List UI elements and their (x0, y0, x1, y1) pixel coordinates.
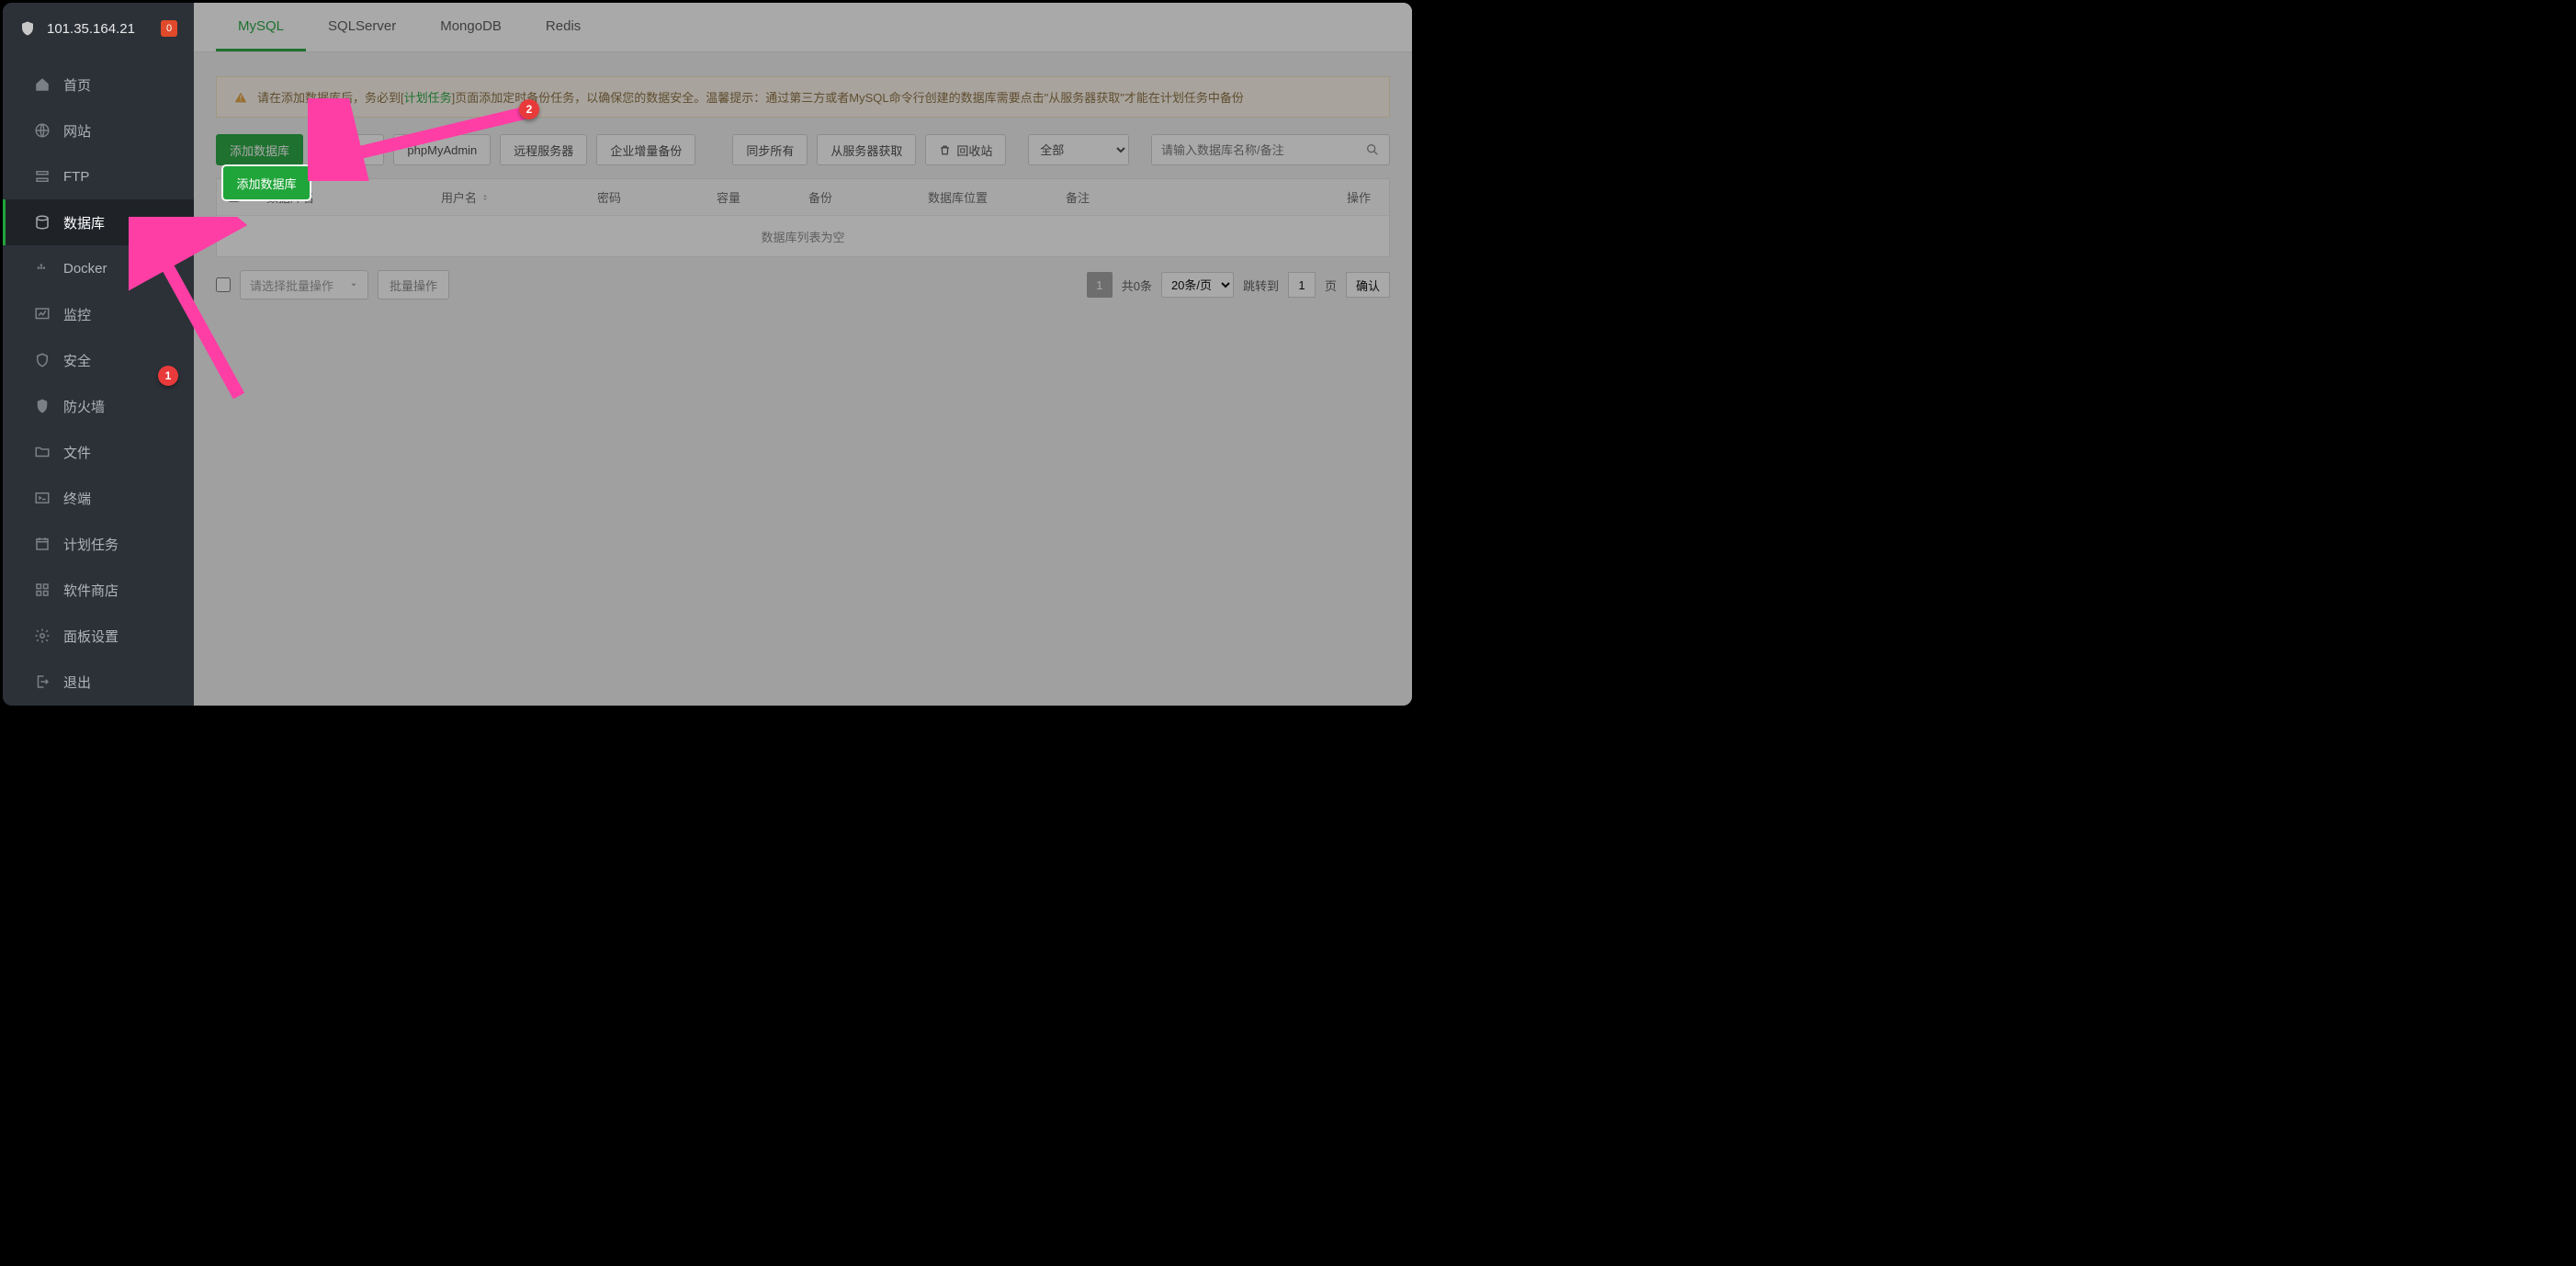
search-input[interactable] (1161, 143, 1365, 157)
pagination: 1 共0条 20条/页 跳转到 页 确认 (1087, 272, 1390, 298)
sidebar-item-label: 文件 (63, 443, 91, 462)
th-ops: 操作 (1323, 188, 1378, 206)
th-password: 密码 (590, 188, 709, 206)
sidebar-item-store[interactable]: 软件商店 (3, 567, 194, 613)
table-header: 数据库名 用户名 密码 容量 备份 数据库位置 备注 操作 (217, 179, 1389, 216)
tab-mongodb[interactable]: MongoDB (418, 4, 524, 51)
table-empty-message: 数据库列表为空 (217, 216, 1389, 256)
server-ip: 101.35.164.21 (47, 21, 135, 37)
filter-select[interactable]: 全部 (1028, 134, 1129, 165)
sidebar-item-terminal[interactable]: 终端 (3, 475, 194, 521)
monitor-icon (34, 306, 51, 322)
highlight-add-database[interactable]: 添加数据库 (223, 166, 310, 199)
firewall-icon (34, 398, 51, 414)
shield-logo-icon (19, 19, 36, 38)
callout-2: 2 (519, 99, 539, 119)
terminal-icon (34, 490, 51, 506)
sidebar-item-logout[interactable]: 退出 (3, 659, 194, 705)
sidebar-header: 101.35.164.21 0 (3, 3, 194, 54)
th-user[interactable]: 用户名 (434, 188, 590, 206)
sidebar-item-label: 首页 (63, 75, 91, 95)
th-note: 备注 (1058, 188, 1323, 206)
logout-icon (34, 673, 51, 690)
batch-action-button[interactable]: 批量操作 (378, 270, 449, 300)
total-count: 共0条 (1122, 277, 1152, 294)
database-icon (34, 214, 51, 231)
th-location: 数据库位置 (921, 188, 1058, 206)
sidebar-item-label: 退出 (63, 673, 91, 692)
sidebar-item-label: 安全 (63, 351, 91, 370)
sidebar-item-label: 面板设置 (63, 627, 119, 646)
warning-icon (233, 90, 248, 105)
notification-badge[interactable]: 0 (161, 20, 177, 37)
ftp-icon (34, 168, 51, 185)
cron-icon (34, 536, 51, 552)
jump-page-input[interactable] (1288, 272, 1316, 298)
annotation-arrow-2 (308, 98, 542, 181)
db-type-tabs: MySQL SQLServer MongoDB Redis (194, 3, 1412, 52)
per-page-select[interactable]: 20条/页 (1161, 272, 1234, 298)
sort-icon (480, 193, 490, 202)
shield-icon (34, 352, 51, 368)
enterprise-backup-button[interactable]: 企业增量备份 (596, 134, 695, 165)
trash-icon (939, 144, 951, 156)
callout-1: 1 (158, 366, 178, 386)
sidebar-item-label: 监控 (63, 305, 91, 324)
sidebar-item-settings[interactable]: 面板设置 (3, 613, 194, 659)
jump-confirm-button[interactable]: 确认 (1346, 272, 1390, 298)
sidebar-item-label: 终端 (63, 489, 91, 508)
annotation-arrow-1 (129, 217, 257, 410)
sidebar-item-label: 防火墙 (63, 397, 105, 416)
page-number[interactable]: 1 (1087, 272, 1113, 298)
fetch-from-server-button[interactable]: 从服务器获取 (817, 134, 916, 165)
sync-all-button[interactable]: 同步所有 (732, 134, 808, 165)
recycle-bin-button[interactable]: 回收站 (925, 134, 1006, 165)
sidebar-item-files[interactable]: 文件 (3, 429, 194, 475)
sidebar-item-label: FTP (63, 169, 89, 185)
jump-label: 跳转到 (1243, 277, 1279, 294)
callout-badge-1: 1 (158, 366, 178, 386)
sidebar-item-home[interactable]: 首页 (3, 62, 194, 107)
batch-action-select[interactable]: 请选择批量操作 (240, 270, 368, 300)
store-icon (34, 582, 51, 598)
database-table: 数据库名 用户名 密码 容量 备份 数据库位置 备注 操作 数据库列表为空 (216, 178, 1390, 257)
sidebar-item-label: Docker (63, 261, 107, 277)
add-database-button[interactable]: 添加数据库 (216, 134, 303, 165)
tab-mysql[interactable]: MySQL (216, 4, 306, 51)
tab-sqlserver[interactable]: SQLServer (306, 4, 418, 51)
page-unit: 页 (1325, 277, 1337, 294)
folder-icon (34, 444, 51, 460)
docker-icon (34, 260, 51, 277)
sidebar-item-label: 数据库 (63, 213, 105, 232)
sidebar-item-label: 网站 (63, 121, 91, 141)
chevron-down-icon (349, 280, 358, 289)
th-size: 容量 (709, 188, 801, 206)
globe-icon (34, 122, 51, 139)
home-icon (34, 76, 51, 93)
tab-redis[interactable]: Redis (524, 4, 603, 51)
sidebar-item-label: 软件商店 (63, 581, 119, 600)
search-box (1151, 134, 1390, 165)
th-backup: 备份 (801, 188, 921, 206)
sidebar-item-label: 计划任务 (63, 535, 119, 554)
callout-badge-2: 2 (519, 99, 539, 119)
sidebar-item-website[interactable]: 网站 (3, 107, 194, 153)
sidebar-item-ftp[interactable]: FTP (3, 153, 194, 199)
sidebar-item-cron[interactable]: 计划任务 (3, 521, 194, 567)
search-icon[interactable] (1365, 142, 1380, 157)
settings-icon (34, 627, 51, 644)
table-footer: 请选择批量操作 批量操作 1 共0条 20条/页 跳转到 页 确认 (216, 270, 1390, 300)
